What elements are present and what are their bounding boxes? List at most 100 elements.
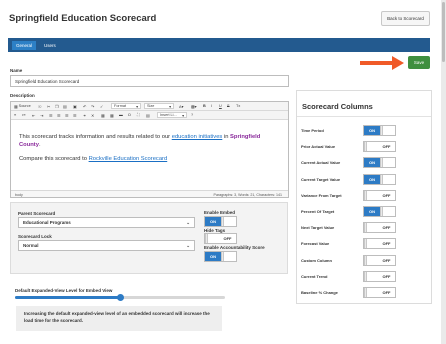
rockville-scorecard-link[interactable]: Rockville Education Scorecard bbox=[89, 156, 168, 162]
align-left-icon[interactable]: ☰ bbox=[49, 112, 52, 118]
help-icon[interactable]: ? bbox=[191, 112, 193, 118]
outdent-icon[interactable]: ⇤ bbox=[32, 112, 35, 118]
chevron-down-icon: ▾ bbox=[182, 113, 184, 118]
underline-button[interactable]: U bbox=[219, 103, 222, 109]
page-scrollbar[interactable] bbox=[441, 0, 446, 344]
scorecard-column-toggle[interactable]: OFF bbox=[363, 189, 396, 201]
scorecard-column-toggle[interactable]: OFF bbox=[363, 254, 396, 266]
unlink-icon[interactable]: ✕ bbox=[91, 112, 94, 118]
scorecard-column-label: Next Target Value bbox=[301, 225, 335, 231]
enable-embed-label: Enable Embed bbox=[204, 210, 236, 215]
word-count: Paragraphs: 3, Words: 21, Characters: 14… bbox=[213, 192, 282, 197]
preview-icon[interactable]: ☉ bbox=[38, 103, 41, 109]
format-dropdown[interactable]: Format ▾ bbox=[111, 103, 141, 109]
scrollbar-thumb[interactable] bbox=[442, 2, 445, 62]
chevron-down-icon: ⌄ bbox=[186, 243, 190, 248]
editor-paragraph-1: This scorecard tracks information and re… bbox=[19, 134, 261, 148]
bg-color-icon[interactable]: ▩▾ bbox=[191, 103, 197, 109]
arrow-pointer-icon bbox=[360, 56, 404, 70]
italic-button[interactable]: I bbox=[211, 103, 212, 109]
scorecard-column-label: Time Period bbox=[301, 128, 324, 133]
remove-format-button[interactable]: Tx bbox=[236, 103, 240, 109]
scorecard-lock-select[interactable]: Normal ⌄ bbox=[18, 240, 195, 251]
hide-tags-toggle[interactable]: OFF bbox=[204, 233, 237, 244]
special-char-icon[interactable]: Ω bbox=[128, 112, 131, 118]
link-icon[interactable]: ⚭ bbox=[83, 112, 86, 118]
scorecard-columns-title: Scorecard Columns bbox=[302, 102, 373, 111]
name-input[interactable]: Springfield Education Scorecard bbox=[10, 75, 289, 87]
insert-link-dropdown[interactable]: Insert Li... ▾ bbox=[157, 112, 187, 118]
source-button[interactable]: ▦ Source bbox=[14, 103, 31, 109]
page-title: Springfield Education Scorecard bbox=[9, 13, 157, 24]
paste-icon[interactable]: ▤ bbox=[63, 103, 67, 109]
scorecard-column-label: Prior Actual Value bbox=[301, 144, 336, 150]
strikethrough-button[interactable]: S bbox=[227, 103, 230, 109]
tab-users[interactable]: Users bbox=[40, 41, 60, 50]
chevron-down-icon: ▾ bbox=[169, 104, 171, 109]
undo-icon[interactable]: ↶ bbox=[83, 103, 86, 109]
back-to-scorecard-button[interactable]: Back to Scorecard bbox=[381, 11, 430, 26]
scorecard-columns-panel: Scorecard Columns Time Period ON Prior Act… bbox=[296, 90, 432, 304]
description-editor[interactable]: ▦ Source ☉ ✂ ❐ ▤ ▣ ↶ ↷ ✓ Format ▾ Size ▾ A… bbox=[10, 101, 289, 198]
redo-icon[interactable]: ↷ bbox=[91, 103, 94, 109]
name-label: Name bbox=[10, 68, 23, 73]
blocks-icon[interactable]: ▤ bbox=[146, 112, 150, 118]
accountability-score-label: Enable Accountability Score bbox=[204, 245, 265, 250]
scorecard-column-label: Custom Column bbox=[301, 257, 332, 263]
cut-icon[interactable]: ✂ bbox=[47, 103, 50, 109]
divider bbox=[297, 116, 431, 117]
scorecard-column-label: Baseline % Change bbox=[301, 290, 338, 295]
spellcheck-icon[interactable]: ✓ bbox=[100, 103, 103, 109]
numbered-list-icon[interactable]: ≡ bbox=[14, 112, 16, 118]
embed-view-level-section: Default Expanded-View Level for Embed Vi… bbox=[10, 282, 290, 332]
scorecard-column-toggle[interactable]: OFF bbox=[363, 222, 396, 234]
scorecard-column-toggle[interactable]: ON bbox=[363, 173, 396, 185]
editor-content[interactable]: This scorecard tracks information and re… bbox=[19, 133, 281, 163]
table-icon[interactable]: ▦ bbox=[110, 112, 114, 118]
scorecard-column-label: Forecast Value bbox=[301, 241, 330, 247]
scorecard-column-toggle[interactable]: ON bbox=[363, 206, 396, 217]
justify-icon[interactable]: ☰ bbox=[73, 112, 76, 118]
slider-handle[interactable] bbox=[116, 294, 124, 301]
save-button[interactable]: Save bbox=[408, 56, 430, 69]
parent-scorecard-select[interactable]: Educational Programs ⌄ bbox=[18, 217, 195, 228]
chevron-down-icon: ⌄ bbox=[186, 220, 190, 225]
scorecard-column-toggle[interactable]: OFF bbox=[363, 141, 396, 153]
scorecard-column-toggle[interactable]: OFF bbox=[363, 238, 396, 250]
scorecard-column-label: Percent Of Target bbox=[301, 209, 335, 214]
embed-view-level-slider[interactable] bbox=[15, 294, 225, 301]
slider-fill bbox=[15, 296, 120, 299]
scorecard-column-toggle[interactable]: OFF bbox=[363, 287, 396, 298]
scorecard-lock-label: Scorecard Lock bbox=[18, 234, 52, 239]
embed-view-level-note: Increasing the default expanded-view lev… bbox=[16, 306, 222, 331]
description-label: Description bbox=[10, 93, 35, 98]
editor-toolbar-row2: ≡ •≡ ⇤ ⇥ ☰ ☰ ☰ ☰ ⚭ ✕ ▦ ▦ ▬ Ω ⛶ ▤ Insert … bbox=[11, 111, 288, 120]
scorecard-column-toggle[interactable]: ON bbox=[363, 125, 396, 136]
image-icon[interactable]: ▦ bbox=[101, 112, 105, 118]
align-center-icon[interactable]: ☰ bbox=[57, 112, 60, 118]
indent-icon[interactable]: ⇥ bbox=[40, 112, 43, 118]
element-path: body bbox=[15, 192, 23, 197]
scorecard-column-toggle[interactable]: ON bbox=[363, 157, 396, 169]
accountability-score-toggle[interactable]: ON bbox=[204, 251, 237, 262]
paste-text-icon[interactable]: ▣ bbox=[73, 103, 77, 109]
source-icon: ▦ bbox=[14, 104, 18, 109]
maximize-icon[interactable]: ⛶ bbox=[137, 112, 140, 118]
settings-panel: Parent Scorecard Educational Programs ⌄ … bbox=[10, 202, 288, 274]
size-dropdown[interactable]: Size ▾ bbox=[144, 103, 174, 109]
horizontal-line-icon[interactable]: ▬ bbox=[119, 112, 123, 118]
scorecard-column-label: Current Actual Value bbox=[301, 160, 341, 166]
tab-general[interactable]: General bbox=[12, 41, 37, 50]
parent-scorecard-label: Parent Scorecard bbox=[18, 211, 56, 216]
bulleted-list-icon[interactable]: •≡ bbox=[22, 112, 26, 118]
scorecard-column-toggle[interactable]: OFF bbox=[363, 270, 396, 282]
enable-embed-toggle[interactable]: ON bbox=[204, 216, 237, 227]
education-initiatives-link[interactable]: education initiatives bbox=[172, 134, 223, 140]
text-color-icon[interactable]: A▾ bbox=[179, 103, 183, 109]
bold-button[interactable]: B bbox=[203, 103, 206, 109]
scorecard-column-label: Variance From Target bbox=[301, 192, 342, 198]
copy-icon[interactable]: ❐ bbox=[55, 103, 58, 109]
align-right-icon[interactable]: ☰ bbox=[65, 112, 68, 118]
chevron-down-icon: ▾ bbox=[136, 104, 138, 109]
embed-view-level-label: Default Expanded-View Level for Embed Vi… bbox=[15, 288, 113, 293]
